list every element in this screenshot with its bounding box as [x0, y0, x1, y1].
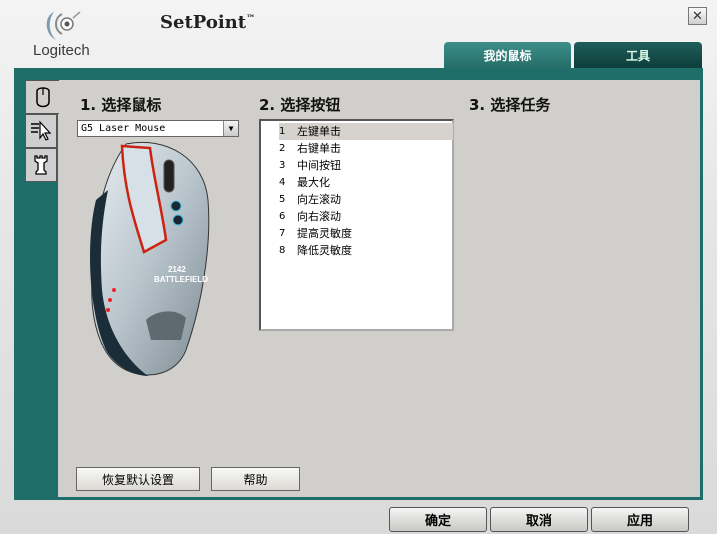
mouse-select[interactable]: G5 Laser Mouse ▼ [77, 120, 239, 137]
restore-defaults-button[interactable]: 恢复默认设置 [76, 467, 200, 491]
sidebar-item-pointer[interactable] [25, 114, 57, 148]
heading-select-task: 3. 选择任务 [469, 96, 551, 114]
mouse-graphic-text-bottom: BATTLEFIELD [154, 275, 208, 284]
logo-text: Logitech [33, 42, 90, 59]
sidebar-item-game[interactable] [25, 148, 57, 182]
app-title-text: SetPoint [160, 12, 247, 33]
button-list[interactable]: 1 左键单击 2 右键单击 3 中间按钮 4 最大化 5 向左滚动 6 向右滚动… [259, 119, 454, 331]
heading-select-button: 2. 选择按钮 [259, 96, 341, 114]
ok-button[interactable]: 确定 [389, 507, 487, 532]
help-button[interactable]: 帮助 [211, 467, 300, 491]
list-item[interactable]: 4 最大化 [279, 174, 453, 191]
mouse-picture: 2142 BATTLEFIELD [90, 141, 210, 376]
tab-my-mouse[interactable]: 我的鼠标 [444, 42, 571, 68]
close-button[interactable]: ✕ [688, 7, 707, 25]
list-item[interactable]: 5 向左滚动 [279, 191, 453, 208]
chevron-down-icon[interactable]: ▼ [223, 121, 238, 136]
apply-button[interactable]: 应用 [591, 507, 689, 532]
sidebar-item-mouse[interactable] [25, 80, 59, 114]
trademark: ™ [246, 14, 256, 24]
mouse-icon [35, 87, 50, 108]
tab-tools[interactable]: 工具 [574, 42, 702, 68]
mouse-select-value: G5 Laser Mouse [81, 123, 166, 134]
cancel-button[interactable]: 取消 [490, 507, 588, 532]
mouse-graphic-text-top: 2142 [168, 265, 186, 274]
list-item[interactable]: 8 降低灵敏度 [279, 242, 453, 259]
logitech-logo-icon [46, 11, 81, 40]
pointer-speed-icon [31, 120, 52, 141]
app-title: SetPoint™ [160, 12, 255, 33]
list-item[interactable]: 6 向右滚动 [279, 208, 453, 225]
list-item[interactable]: 1 左键单击 [279, 123, 453, 140]
heading-select-mouse: 1. 选择鼠标 [80, 96, 162, 114]
header: Logitech SetPoint™ ✕ 我的鼠标 工具 [0, 0, 717, 70]
list-item[interactable]: 3 中间按钮 [279, 157, 453, 174]
list-item[interactable]: 7 提高灵敏度 [279, 225, 453, 242]
list-item[interactable]: 2 右键单击 [279, 140, 453, 157]
close-icon: ✕ [692, 8, 703, 24]
chess-rook-icon [34, 155, 48, 175]
